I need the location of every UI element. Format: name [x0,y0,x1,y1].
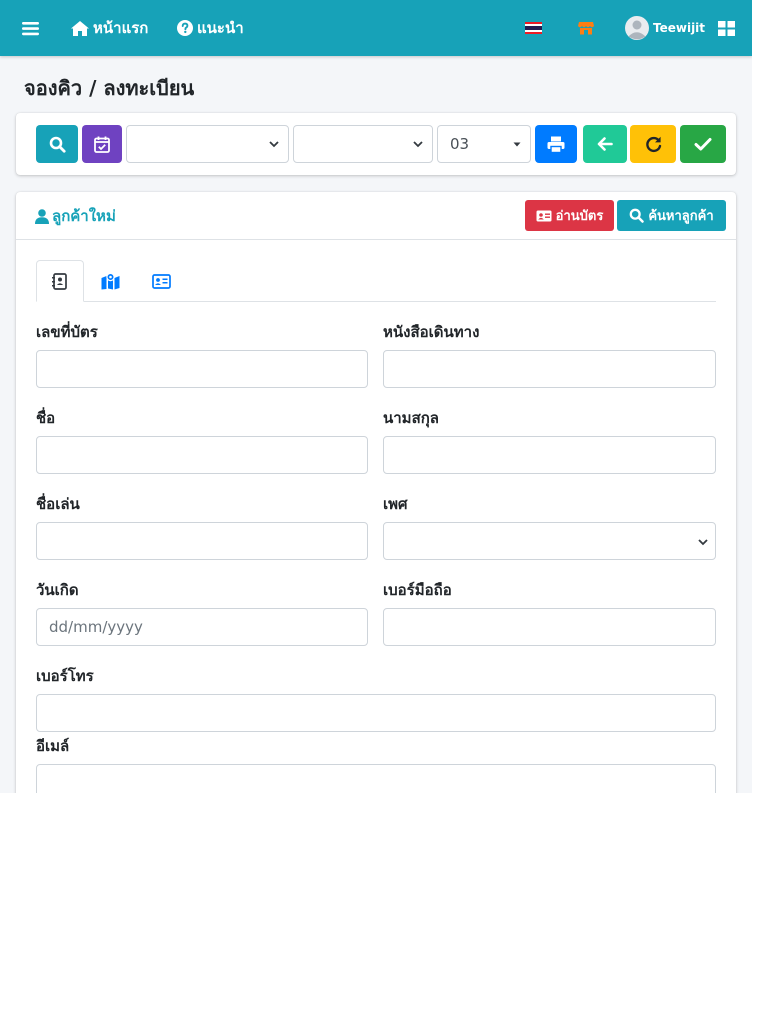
email-label: อีเมล์ [36,737,70,755]
user-name: Teewijit [653,21,706,35]
chevron-down-icon [413,141,423,148]
user-icon [35,208,49,224]
id-card-label: เลขที่บัตร [36,323,98,341]
search-customer-label: ค้นหาลูกค้า [648,209,714,224]
new-customer-card: ลูกค้าใหม่ อ่านบัตร ค้นหาลูกค้า เลขที่บั… [16,192,736,793]
gender-select[interactable] [383,522,716,560]
refresh-icon [645,136,661,152]
search-icon [49,136,66,153]
search-button[interactable] [36,125,78,163]
home-icon [71,20,89,36]
gender-label: เพศ [383,495,408,513]
id-card-icon [536,210,552,221]
refresh-button[interactable] [630,125,676,163]
mobile-input[interactable] [383,608,716,646]
store-icon [578,22,594,35]
chevron-down-icon [269,141,279,148]
calendar-check-icon [94,136,110,153]
id-card-input[interactable] [36,350,368,388]
birthday-placeholder: dd/mm/yyyy [49,618,143,636]
last-name-input[interactable] [383,436,716,474]
apps-grid-button[interactable] [718,0,735,56]
search-icon [629,208,645,223]
read-card-label: อ่านบัตร [555,209,604,224]
email-input[interactable] [36,764,716,793]
queue-number-value: 03 [450,135,470,153]
queue-number-select[interactable]: 03 [437,125,531,163]
contact-book-icon [52,272,67,290]
language-switcher[interactable] [525,0,542,56]
nav-guide-label: แนะนำ [197,19,244,37]
calendar-button[interactable] [82,125,122,163]
nav-home-link[interactable]: หน้าแรก [70,0,148,56]
tab-id-card[interactable] [137,260,185,302]
caret-down-icon [513,142,521,147]
search-customer-button[interactable]: ค้นหาลูกค้า [617,200,726,231]
birthday-input[interactable]: dd/mm/yyyy [36,608,368,646]
card-title-label: ลูกค้าใหม่ [52,207,116,225]
read-card-button[interactable]: อ่านบัตร [525,200,614,231]
nickname-input[interactable] [36,522,368,560]
phone-input[interactable] [36,694,716,732]
first-name-label: ชื่อ [36,409,56,427]
thai-flag-icon [525,22,542,34]
store-button[interactable] [578,0,594,56]
tab-address[interactable] [86,260,134,302]
tab-contact[interactable] [36,260,84,302]
back-button[interactable] [583,125,627,163]
phone-label: เบอร์โทร [36,667,94,685]
user-menu[interactable]: Teewijit [625,0,705,56]
chevron-down-icon [698,539,708,546]
nav-home-label: หน้าแรก [93,19,149,37]
app-viewport: หน้าแรก แนะนำ Teewijit จองคิว / ลงทะเบีย… [0,0,752,793]
last-name-label: นามสกุล [383,409,439,427]
confirm-button[interactable] [680,125,726,163]
id-card-icon [151,273,171,289]
map-icon [101,272,119,289]
page-title: จองคิว / ลงทะเบียน [24,76,195,100]
question-circle-icon [177,20,193,36]
nav-guide-link[interactable]: แนะนำ [177,0,244,56]
first-name-input[interactable] [36,436,368,474]
toolbar-card: 03 [16,113,736,175]
branch-select[interactable] [126,125,289,163]
menu-toggle-button[interactable] [22,0,39,56]
print-button[interactable] [535,125,577,163]
mobile-label: เบอร์มือถือ [383,581,452,599]
birthday-label: วันเกิด [36,581,79,599]
card-divider [16,239,736,240]
card-title: ลูกค้าใหม่ [35,204,116,228]
service-select[interactable] [293,125,433,163]
nickname-label: ชื่อเล่น [36,495,80,513]
print-icon [547,136,565,153]
hamburger-icon [22,21,39,35]
arrow-left-icon [597,137,613,151]
avatar [625,16,649,40]
grid-icon [718,20,735,36]
top-navbar: หน้าแรก แนะนำ Teewijit [0,0,752,56]
passport-label: หนังสือเดินทาง [383,323,480,341]
passport-input[interactable] [383,350,716,388]
check-icon [694,138,712,151]
